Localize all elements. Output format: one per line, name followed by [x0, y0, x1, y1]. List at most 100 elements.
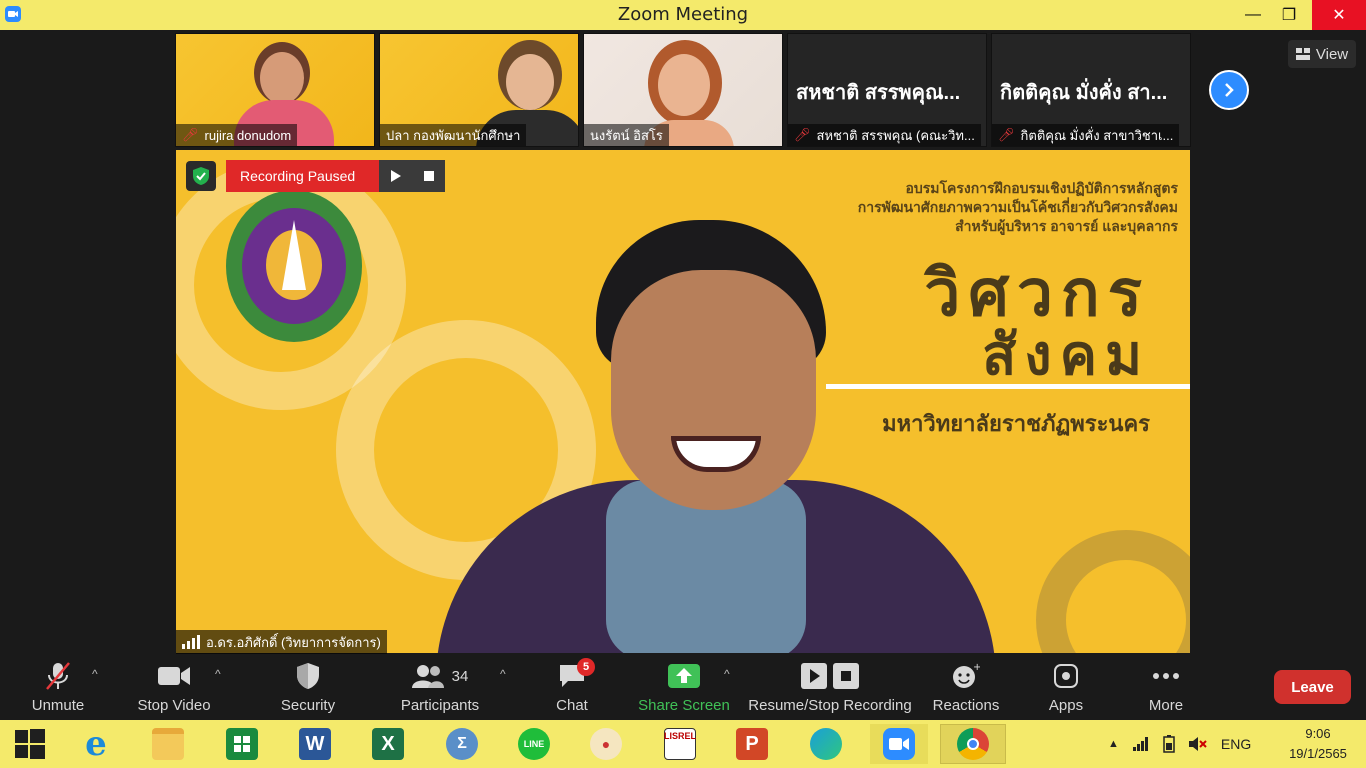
participant-name: กิตติคุณ มั่งคั่ง สาขาวิชาเ... [1020, 127, 1174, 143]
security-button[interactable]: Security [270, 655, 346, 720]
close-button[interactable]: ✕ [1312, 0, 1366, 30]
participants-icon: 34 [411, 659, 469, 693]
chevron-right-icon [1225, 83, 1234, 97]
audio-options-caret[interactable]: ^ [92, 667, 98, 681]
participant-face [260, 52, 304, 104]
participants-button[interactable]: 34 Participants [396, 655, 484, 720]
line-icon: LINE [518, 728, 550, 760]
taskbar-powerpoint[interactable]: P [730, 724, 774, 764]
math-input-icon: Σ [446, 728, 478, 760]
maximize-button[interactable]: ❐ [1266, 0, 1312, 30]
excel-icon: X [372, 728, 404, 760]
participant-thumbnail[interactable]: 🎤︎ rujira donudom [175, 33, 375, 147]
participant-name: สหชาติ สรรพคุณ (คณะวิท... [816, 127, 975, 143]
participant-display-name: สหชาติ สรรพคุณ... [796, 82, 961, 104]
taskbar-lisrel[interactable]: LISREL [658, 724, 702, 764]
banner-divider [826, 384, 1190, 389]
shield-icon [296, 659, 320, 693]
participant-thumbnail[interactable]: ปลา กองพัฒนานักศึกษา [379, 33, 579, 147]
participant-name: rujira donudom [204, 127, 292, 143]
zoom-icon [883, 728, 915, 760]
recording-controls-icon [801, 659, 859, 693]
taskbar-microsoft-store[interactable] [220, 724, 264, 764]
participants-label: Participants [400, 697, 480, 714]
participant-name: นงรัตน์ อิสโร [590, 127, 663, 143]
chat-unread-badge: 5 [577, 658, 595, 676]
show-hidden-icons-icon[interactable]: ▲ [1108, 738, 1119, 750]
volume-muted-icon[interactable] [1188, 736, 1207, 752]
banner-line: สำหรับผู้บริหาร อาจารย์ และบุคลากร [955, 218, 1178, 234]
next-page-button[interactable] [1209, 70, 1249, 110]
share-screen-button[interactable]: Share Screen [634, 655, 734, 720]
participant-thumbnail[interactable]: สหชาติ สรรพคุณ... 🎤︎ สหชาติ สรรพคุณ (คณะ… [787, 33, 987, 147]
lisrel-icon: LISREL [664, 728, 696, 760]
more-button[interactable]: More [1136, 655, 1196, 720]
unmute-label: Unmute [31, 697, 85, 714]
view-button-label: View [1315, 45, 1349, 63]
participant-thumbnail[interactable]: กิตติคุณ มั่งคั่ง สา... 🎤︎ กิตติคุณ มั่ง… [991, 33, 1191, 147]
thumbnail-nameplate: 🎤︎ สหชาติ สรรพคุณ (คณะวิท... [788, 124, 981, 146]
taskbar-math-input[interactable]: Σ [440, 724, 484, 764]
more-dots-icon [1152, 659, 1180, 693]
view-button[interactable]: View [1288, 40, 1356, 68]
encryption-shield[interactable] [186, 161, 216, 191]
word-icon: W [299, 728, 331, 760]
participant-face [658, 54, 710, 116]
thumbnail-nameplate: 🎤︎ rujira donudom [176, 124, 298, 146]
taskbar-edge[interactable] [804, 724, 848, 764]
svg-text:+: + [973, 662, 980, 673]
store-bag-icon [226, 728, 258, 760]
network-signal-icon[interactable] [1132, 737, 1149, 751]
resume-recording-button[interactable] [379, 160, 413, 192]
speaker-name: อ.ดร.อภิศักดิ์ (วิทยาการจัดการ) [206, 634, 381, 650]
share-options-caret[interactable]: ^ [724, 667, 730, 681]
internet-explorer-icon: e [85, 724, 107, 764]
reactions-button[interactable]: + Reactions [928, 655, 1004, 720]
banner-university: มหาวิทยาลัยราชภัฏพระนคร [882, 411, 1150, 436]
taskbar-excel[interactable]: X [366, 724, 410, 764]
connection-signal-icon [182, 635, 200, 649]
apps-button[interactable]: Apps [1036, 655, 1096, 720]
unmute-button[interactable]: Unmute [22, 655, 94, 720]
video-camera-icon [158, 659, 190, 693]
security-label: Security [280, 697, 336, 714]
taskbar-file-explorer[interactable] [146, 724, 190, 764]
input-language[interactable]: ENG [1221, 736, 1251, 752]
taskbar-internet-explorer[interactable]: e [74, 724, 118, 764]
video-options-caret[interactable]: ^ [215, 667, 221, 681]
taskbar-line[interactable]: LINE [512, 724, 556, 764]
edge-icon [810, 728, 842, 760]
system-tray: ▲ ENG [1108, 720, 1251, 768]
thumbnail-nameplate: ปลา กองพัฒนานักศึกษา [380, 124, 527, 146]
start-button[interactable] [8, 724, 52, 764]
reactions-label: Reactions [932, 697, 1000, 714]
battery-icon[interactable] [1163, 735, 1175, 753]
taskbar-clock[interactable]: 9:06 19/1/2565 [1278, 724, 1358, 764]
taskbar-zoom[interactable] [870, 724, 928, 764]
share-screen-label: Share Screen [638, 697, 730, 714]
taskbar-chrome[interactable] [940, 724, 1006, 764]
resume-stop-recording-button[interactable]: Resume/Stop Recording [744, 655, 916, 720]
smiley-plus-icon: + [952, 659, 980, 693]
taskbar-paint[interactable]: ● [584, 724, 628, 764]
recording-status: Recording Paused [226, 160, 380, 192]
leave-button[interactable]: Leave [1274, 670, 1351, 704]
participants-count: 34 [451, 667, 469, 685]
mic-muted-icon: 🎤︎ [998, 127, 1015, 142]
speaker-face [611, 270, 816, 510]
participants-options-caret[interactable]: ^ [500, 667, 506, 681]
recording-label: Resume/Stop Recording [748, 697, 912, 714]
window-title: Zoom Meeting [617, 4, 749, 25]
folder-icon [152, 728, 184, 760]
stop-recording-button[interactable] [412, 160, 446, 192]
chrome-icon [957, 728, 989, 760]
university-seal [226, 190, 362, 342]
taskbar-word[interactable]: W [293, 724, 337, 764]
active-speaker-video: อบรมโครงการฝึกอบรมเชิงปฏิบัติการหลักสูตร… [176, 150, 1190, 653]
shield-check-icon [193, 167, 209, 185]
participant-face [506, 54, 554, 110]
title-bar: Zoom Meeting — ❐ ✕ [0, 0, 1366, 30]
stop-icon [423, 171, 434, 181]
participant-thumbnail[interactable]: นงรัตน์ อิสโร [583, 33, 783, 147]
stop-video-button[interactable]: Stop Video [132, 655, 216, 720]
